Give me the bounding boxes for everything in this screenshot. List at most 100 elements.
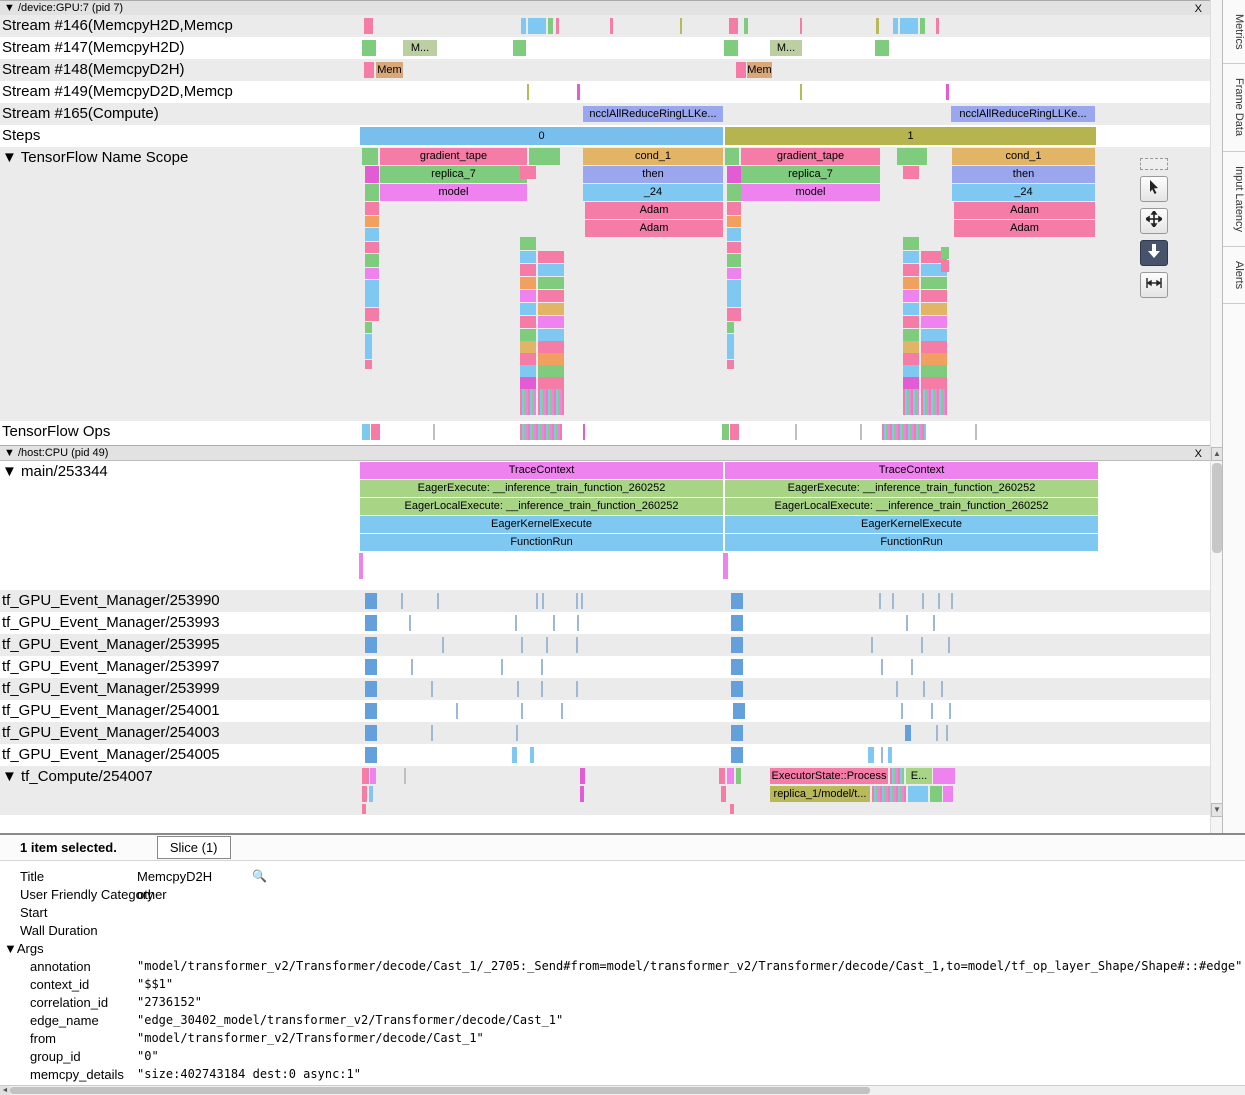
- trace-event-replica_1-model-t-[interactable]: replica_1/model/t...: [770, 786, 870, 802]
- trace-event-then[interactable]: then: [952, 166, 1095, 183]
- tab-alerts[interactable]: Alerts: [1223, 247, 1245, 304]
- trace-event[interactable]: [727, 334, 734, 359]
- trace-event[interactable]: [729, 18, 738, 34]
- trace-event[interactable]: [541, 681, 543, 697]
- trace-event[interactable]: [359, 553, 363, 579]
- trace-event[interactable]: [731, 637, 743, 653]
- trace-event[interactable]: [527, 84, 529, 100]
- trace-event[interactable]: [580, 768, 585, 784]
- trace-event[interactable]: [903, 277, 919, 289]
- trace-event[interactable]: [903, 264, 919, 276]
- trace-event-ncclallreduceringllke-[interactable]: ncclAllReduceRingLLKe...: [583, 106, 723, 122]
- trace-event[interactable]: [520, 264, 536, 276]
- trace-event[interactable]: [520, 353, 536, 365]
- gpu-close-button[interactable]: X: [1195, 2, 1202, 16]
- trace-event[interactable]: [744, 18, 748, 34]
- trace-event[interactable]: [610, 18, 613, 34]
- trace-event[interactable]: [548, 18, 553, 34]
- track-label-tf-name-scope[interactable]: ▼ TensorFlow Name Scope: [2, 149, 188, 166]
- trace-event[interactable]: [730, 804, 734, 814]
- trace-event[interactable]: [538, 251, 564, 263]
- trace-event[interactable]: [920, 18, 925, 34]
- trace-event[interactable]: [577, 615, 579, 631]
- trace-event[interactable]: [727, 216, 741, 227]
- trace-event[interactable]: [362, 148, 378, 165]
- trace-event[interactable]: [943, 786, 953, 802]
- trace-event[interactable]: [520, 166, 536, 179]
- trace-event[interactable]: [731, 681, 743, 697]
- trace-event[interactable]: [733, 703, 745, 719]
- trace-event[interactable]: [897, 148, 927, 165]
- trace-event-functionrun[interactable]: FunctionRun: [360, 534, 723, 551]
- trace-event[interactable]: [577, 84, 580, 100]
- trace-event[interactable]: [892, 593, 894, 609]
- trace-event[interactable]: [521, 703, 523, 719]
- tab-slice[interactable]: Slice (1): [157, 836, 231, 859]
- trace-event[interactable]: [520, 277, 536, 289]
- scroll-left-button[interactable]: ◄: [0, 1086, 10, 1095]
- trace-event[interactable]: [921, 316, 947, 328]
- trace-event[interactable]: [538, 277, 564, 289]
- trace-event[interactable]: [879, 593, 881, 609]
- trace-event[interactable]: [903, 353, 919, 365]
- trace-event[interactable]: [903, 377, 919, 389]
- trace-event[interactable]: [365, 216, 379, 227]
- vertical-scroll-thumb[interactable]: [1212, 463, 1222, 553]
- trace-event[interactable]: [362, 804, 366, 814]
- trace-event-1[interactable]: 1: [725, 127, 1096, 145]
- trace-event[interactable]: [903, 365, 919, 377]
- trace-event[interactable]: [921, 353, 947, 365]
- trace-event-functionrun[interactable]: FunctionRun: [725, 534, 1098, 551]
- trace-event-adam[interactable]: Adam: [954, 220, 1095, 237]
- trace-event[interactable]: [727, 308, 741, 321]
- trace-event-eagerkernelexecute[interactable]: EagerKernelExecute: [725, 516, 1098, 533]
- trace-event[interactable]: [538, 303, 564, 315]
- trace-event[interactable]: [431, 681, 433, 697]
- trace-event[interactable]: [517, 681, 519, 697]
- trace-event[interactable]: [905, 725, 911, 741]
- cpu-section-header[interactable]: ▼ /host:CPU (pid 49)X: [0, 445, 1210, 461]
- trace-event[interactable]: [431, 725, 433, 741]
- trace-event[interactable]: [719, 768, 725, 784]
- trace-event[interactable]: [538, 341, 564, 353]
- trace-event[interactable]: [365, 593, 377, 609]
- trace-event-replica_7[interactable]: replica_7: [741, 166, 880, 183]
- select-mode-button[interactable]: [1140, 176, 1168, 202]
- trace-event[interactable]: [921, 303, 947, 315]
- trace-event[interactable]: [520, 389, 536, 415]
- track-label-main[interactable]: ▼ main/253344: [2, 463, 108, 480]
- trace-event[interactable]: [903, 166, 919, 179]
- trace-event[interactable]: [922, 593, 924, 609]
- trace-event[interactable]: [553, 615, 555, 631]
- trace-event-gradient_tape[interactable]: gradient_tape: [741, 148, 880, 165]
- trace-event[interactable]: [727, 166, 741, 183]
- trace-event[interactable]: [365, 228, 379, 241]
- trace-event[interactable]: [520, 424, 562, 440]
- trace-event[interactable]: [521, 637, 523, 653]
- trace-event[interactable]: [727, 768, 734, 784]
- trace-event[interactable]: [365, 637, 377, 653]
- trace-event[interactable]: [520, 316, 536, 328]
- trace-event-eagerexecute-__inference_train_function_260252[interactable]: EagerExecute: __inference_train_function…: [360, 480, 723, 497]
- trace-event-eagerlocalexecute-__inference_train_function_260252[interactable]: EagerLocalExecute: __inference_train_fun…: [360, 498, 723, 515]
- trace-event-cond_1[interactable]: cond_1: [583, 148, 723, 165]
- trace-event[interactable]: [888, 747, 892, 763]
- trace-event[interactable]: [921, 341, 947, 353]
- trace-event[interactable]: [921, 329, 947, 341]
- trace-event[interactable]: [404, 768, 406, 784]
- trace-event[interactable]: [727, 268, 741, 279]
- trace-event[interactable]: [936, 725, 938, 741]
- search-icon[interactable]: 🔍: [252, 869, 267, 883]
- trace-event[interactable]: [520, 251, 536, 263]
- trace-event[interactable]: [736, 768, 741, 784]
- trace-event[interactable]: [941, 681, 943, 697]
- trace-event-0[interactable]: 0: [360, 127, 723, 145]
- trace-event-_24[interactable]: _24: [952, 184, 1095, 201]
- trace-event[interactable]: [528, 18, 546, 34]
- trace-event[interactable]: [930, 786, 942, 802]
- trace-event[interactable]: [931, 703, 933, 719]
- trace-event[interactable]: [860, 424, 862, 440]
- trace-event[interactable]: [538, 316, 564, 328]
- trace-event[interactable]: [516, 725, 518, 741]
- trace-event[interactable]: [876, 18, 879, 34]
